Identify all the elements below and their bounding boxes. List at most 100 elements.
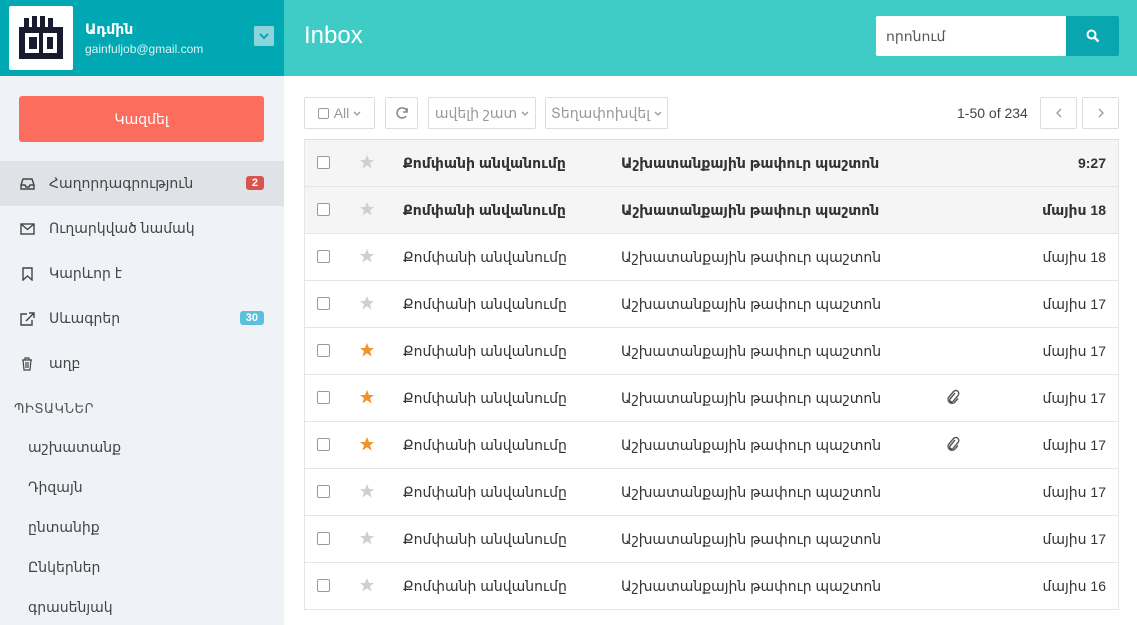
email-checkbox[interactable]	[317, 532, 330, 545]
search-button[interactable]	[1066, 16, 1119, 56]
email-row[interactable]: Քոմփանի անվանումը Աշխատանքային թափուր պաշ…	[304, 328, 1119, 375]
star-icon[interactable]	[359, 530, 375, 546]
email-row[interactable]: Քոմփանի անվանումը Աշխատանքային թափուր պաշ…	[304, 234, 1119, 281]
select-all-dropdown[interactable]: All	[304, 97, 375, 129]
envelope-icon	[19, 221, 35, 237]
email-subject: Աշխատանքային թափուր պաշտոն	[621, 155, 880, 171]
email-date: մայիս 17	[1042, 343, 1106, 359]
email-subject: Աշխատանքային թափուր պաշտոն	[621, 343, 882, 359]
email-row[interactable]: Քոմփանի անվանումը Աշխատանքային թափուր պաշ…	[304, 516, 1119, 563]
nav-item-label: Ուղարկված նամակ	[49, 220, 195, 236]
labels-heading: ՊԻՏԱԿՆԵՐ	[14, 401, 95, 416]
email-checkbox[interactable]	[317, 485, 330, 498]
email-date: մայիս 17	[1042, 296, 1106, 312]
label-work[interactable]: աշխատանք	[28, 439, 121, 456]
email-row[interactable]: Քոմփանի անվանումը Աշխատանքային թափուր պաշ…	[304, 375, 1119, 422]
email-checkbox[interactable]	[317, 203, 330, 216]
logo-icon	[19, 16, 63, 59]
refresh-button[interactable]	[385, 97, 418, 129]
paperclip-icon	[947, 436, 960, 452]
external-link-icon	[19, 311, 35, 327]
star-icon[interactable]	[359, 577, 375, 593]
inbox-icon	[19, 176, 35, 192]
email-date: մայիս 17	[1042, 437, 1106, 453]
drafts-count-badge: 30	[239, 311, 264, 325]
email-checkbox[interactable]	[317, 344, 330, 357]
prev-page-button[interactable]	[1040, 97, 1077, 129]
star-icon[interactable]	[359, 154, 375, 170]
email-row[interactable]: Քոմփանի անվանումը Աշխատանքային թափուր պաշ…	[304, 469, 1119, 516]
star-icon[interactable]	[359, 248, 375, 264]
chevron-down-icon	[353, 111, 361, 116]
email-row[interactable]: Քոմփանի անվանումը Աշխատանքային թափուր պաշ…	[304, 140, 1119, 187]
email-subject: Աշխատանքային թափուր պաշտոն	[621, 437, 882, 453]
email-row[interactable]: Քոմփանի անվանումը Աշխատանքային թափուր պաշ…	[304, 422, 1119, 469]
sidebar: Ադմին gainfuljob@gmail.com Կազմել Հաղորդ…	[0, 0, 284, 625]
email-checkbox[interactable]	[317, 579, 330, 592]
email-row[interactable]: Քոմփանի անվանումը Աշխատանքային թափուր պաշ…	[304, 281, 1119, 328]
profile-name: Ադմին	[85, 20, 134, 37]
label-family[interactable]: ընտանիք	[28, 519, 100, 536]
chevron-down-icon	[259, 32, 269, 39]
star-icon[interactable]	[359, 483, 375, 499]
more-label: ավելի շատ	[434, 104, 518, 121]
email-list: Քոմփանի անվանումը Աշխատանքային թափուր պաշ…	[304, 139, 1119, 610]
profile-panel: Ադմին gainfuljob@gmail.com	[0, 0, 284, 76]
move-dropdown[interactable]: Տեղափոխվել	[545, 97, 668, 129]
chevron-down-icon	[654, 111, 662, 116]
move-label: Տեղափոխվել	[550, 104, 651, 121]
email-sender: Քոմփանի անվանումը	[403, 343, 567, 359]
search-input[interactable]	[876, 16, 1066, 56]
email-checkbox[interactable]	[317, 250, 330, 263]
email-row[interactable]: Քոմփանի անվանումը Աշխատանքային թափուր պաշ…	[304, 563, 1119, 610]
search-icon	[1086, 29, 1099, 43]
select-all-checkbox[interactable]	[317, 107, 329, 119]
avatar[interactable]	[9, 6, 73, 70]
star-icon[interactable]	[359, 342, 375, 358]
chevron-left-icon	[1055, 108, 1061, 118]
email-subject: Աշխատանքային թափուր պաշտոն	[621, 484, 882, 500]
compose-button[interactable]: Կազմել	[19, 96, 264, 142]
email-checkbox[interactable]	[317, 156, 330, 169]
trash-icon	[19, 356, 35, 372]
email-sender: Քոմփանի անվանումը	[403, 484, 567, 500]
email-sender: Քոմփանի անվանումը	[403, 578, 567, 594]
nav-item-important[interactable]: Կարևոր է	[0, 251, 284, 296]
email-sender: Քոմփանի անվանումը	[403, 531, 567, 547]
nav-item-drafts[interactable]: Սևագրեր 30	[0, 296, 284, 341]
email-date: մայիս 18	[1042, 202, 1106, 218]
chevron-down-icon	[521, 111, 529, 116]
top-header: Inbox	[284, 0, 1137, 76]
email-checkbox[interactable]	[317, 391, 330, 404]
paperclip-icon	[947, 389, 960, 405]
nav-item-label: աղբ	[49, 355, 81, 371]
select-all-label: All	[333, 105, 350, 121]
star-icon[interactable]	[359, 201, 375, 217]
next-page-button[interactable]	[1082, 97, 1119, 129]
email-sender: Քոմփանի անվանումը	[403, 437, 567, 453]
nav-item-inbox[interactable]: Հաղորդագրություն 2	[0, 161, 284, 206]
email-date: մայիս 17	[1042, 390, 1106, 406]
label-design[interactable]: Դիզայն	[28, 479, 83, 496]
star-icon[interactable]	[359, 436, 375, 452]
profile-dropdown-button[interactable]	[254, 26, 274, 46]
email-subject: Աշխատանքային թափուր պաշտոն	[621, 390, 882, 406]
star-icon[interactable]	[359, 295, 375, 311]
email-date: 9:27	[1077, 155, 1106, 171]
nav-item-sent[interactable]: Ուղարկված նամակ	[0, 206, 284, 251]
more-dropdown[interactable]: ավելի շատ	[428, 97, 536, 129]
email-subject: Աշխատանքային թափուր պաշտոն	[621, 531, 882, 547]
unread-count-badge: 2	[245, 176, 264, 190]
page-title: Inbox	[304, 22, 363, 49]
email-sender: Քոմփանի անվանումը	[403, 390, 567, 406]
email-date: մայիս 16	[1042, 578, 1106, 594]
chevron-right-icon	[1098, 108, 1104, 118]
email-checkbox[interactable]	[317, 297, 330, 310]
email-row[interactable]: Քոմփանի անվանումը Աշխատանքային թափուր պաշ…	[304, 187, 1119, 234]
label-friends[interactable]: Ընկերներ	[28, 559, 100, 576]
email-date: մայիս 17	[1042, 531, 1106, 547]
star-icon[interactable]	[359, 389, 375, 405]
label-office[interactable]: գրասենյակ	[28, 599, 113, 616]
nav-item-trash[interactable]: աղբ	[0, 341, 284, 386]
email-checkbox[interactable]	[317, 438, 330, 451]
